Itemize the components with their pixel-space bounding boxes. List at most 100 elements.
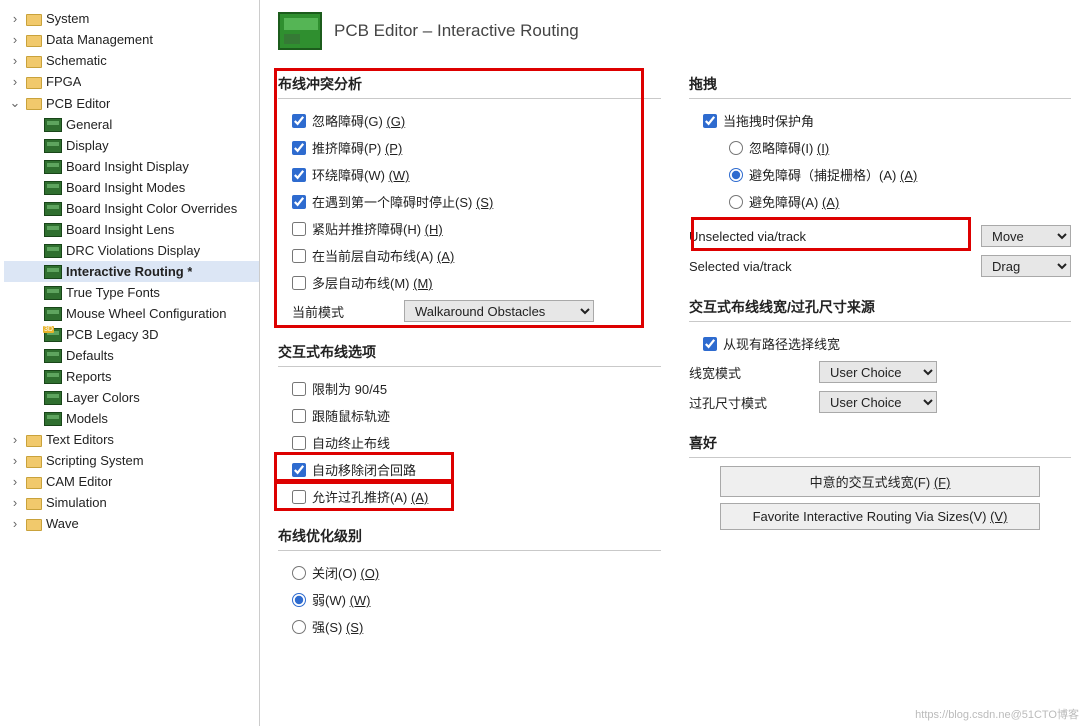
- tree-item-data-management[interactable]: ›Data Management: [4, 29, 259, 50]
- tree-item-label: Interactive Routing *: [66, 264, 192, 279]
- preferences-tree[interactable]: ›System›Data Management›Schematic›FPGA⌄P…: [0, 0, 260, 726]
- tree-item-label: Board Insight Color Overrides: [66, 201, 237, 216]
- tree-item-interactive-routing-[interactable]: Interactive Routing *: [4, 261, 259, 282]
- tree-item-label: Board Insight Lens: [66, 222, 174, 237]
- tree-item-label: Defaults: [66, 348, 114, 363]
- tree-item-label: True Type Fonts: [66, 285, 160, 300]
- tree-item-defaults[interactable]: Defaults: [4, 345, 259, 366]
- walkaround-obstacles-checkbox[interactable]: [292, 168, 306, 182]
- folder-icon: [26, 454, 42, 468]
- pcb-icon: [44, 244, 62, 258]
- chevron-right-icon[interactable]: ›: [8, 495, 22, 510]
- tree-item-pcb-legacy-3d[interactable]: PCB Legacy 3D: [4, 324, 259, 345]
- tree-item-models[interactable]: Models: [4, 408, 259, 429]
- chevron-down-icon[interactable]: ⌄: [8, 95, 22, 111]
- unselected-via-track-select[interactable]: Move: [981, 225, 1071, 247]
- chevron-right-icon[interactable]: ›: [8, 53, 22, 68]
- folder-icon: [26, 496, 42, 510]
- tree-item-schematic[interactable]: › Schematic: [4, 50, 259, 71]
- drag-ignore-label: 忽略障碍(I) (I): [749, 138, 829, 157]
- gloss-weak-label: 弱(W) (W): [312, 590, 371, 609]
- tree-item-board-insight-display[interactable]: Board Insight Display: [4, 156, 259, 177]
- tree-item-text-editors[interactable]: › Text Editors: [4, 429, 259, 450]
- tree-item-label: CAM Editor: [46, 474, 112, 489]
- folder-icon: [26, 433, 42, 447]
- tree-item-pcb-editor[interactable]: ⌄ PCB Editor: [4, 92, 259, 114]
- current-mode-select[interactable]: Walkaround Obstacles: [404, 300, 594, 322]
- folder-icon: [26, 12, 42, 26]
- folder-icon: [26, 96, 42, 110]
- tree-item-label: Mouse Wheel Configuration: [66, 306, 226, 321]
- auto-remove-loop-checkbox[interactable]: [292, 463, 306, 477]
- tree-item-cam-editor[interactable]: › CAM Editor: [4, 471, 259, 492]
- drag-avoid-radio[interactable]: [729, 195, 743, 209]
- section-title-conflict: 布线冲突分析: [278, 70, 661, 99]
- limit-9045-checkbox[interactable]: [292, 382, 306, 396]
- preserve-angle-checkbox[interactable]: [703, 114, 717, 128]
- tree-item-display[interactable]: Display: [4, 135, 259, 156]
- drag-ignore-radio[interactable]: [729, 141, 743, 155]
- chevron-right-icon[interactable]: ›: [8, 453, 22, 468]
- tree-item-drc-violations-display[interactable]: DRC Violations Display: [4, 240, 259, 261]
- tree-item-label: PCB Legacy 3D: [66, 327, 159, 342]
- folder-icon: [26, 54, 42, 68]
- tree-item-mouse-wheel-configuration[interactable]: Mouse Wheel Configuration: [4, 303, 259, 324]
- tree-item-label: FPGA: [46, 74, 81, 89]
- via-size-mode-select[interactable]: User Choice: [819, 391, 937, 413]
- gloss-weak-radio[interactable]: [292, 593, 306, 607]
- multilayer-autoroute-checkbox[interactable]: [292, 276, 306, 290]
- tree-item-system[interactable]: ›System: [4, 8, 259, 29]
- stop-first-obstacle-checkbox[interactable]: [292, 195, 306, 209]
- gloss-off-radio[interactable]: [292, 566, 306, 580]
- tree-item-board-insight-color-overrides[interactable]: Board Insight Color Overrides: [4, 198, 259, 219]
- chevron-right-icon[interactable]: ›: [8, 32, 22, 47]
- section-title-interactive: 交互式布线选项: [278, 338, 661, 367]
- tree-item-label: General: [66, 117, 112, 132]
- section-title-optimize: 布线优化级别: [278, 522, 661, 551]
- favorite-widths-button[interactable]: 中意的交互式线宽(F) (F): [720, 466, 1040, 497]
- limit-9045-label: 限制为 90/45: [312, 379, 387, 398]
- tree-item-board-insight-lens[interactable]: Board Insight Lens: [4, 219, 259, 240]
- chevron-right-icon[interactable]: ›: [8, 432, 22, 447]
- ignore-obstacles-checkbox[interactable]: [292, 114, 306, 128]
- tree-item-label: Schematic: [46, 53, 107, 68]
- autoroute-current-layer-checkbox[interactable]: [292, 249, 306, 263]
- push-obstacles-checkbox[interactable]: [292, 141, 306, 155]
- gloss-strong-radio[interactable]: [292, 620, 306, 634]
- pcb-icon: [44, 349, 62, 363]
- auto-terminate-checkbox[interactable]: [292, 436, 306, 450]
- dragging-section: 拖拽 当拖拽时保护角 忽略障碍(I) (I) 避免障碍（捕捉栅格）(A) (A)…: [689, 70, 1071, 281]
- tree-item-label: Layer Colors: [66, 390, 140, 405]
- tree-item-reports[interactable]: Reports: [4, 366, 259, 387]
- chevron-right-icon[interactable]: ›: [8, 74, 22, 89]
- chevron-right-icon[interactable]: ›: [8, 516, 22, 531]
- tree-item-wave[interactable]: ›Wave: [4, 513, 259, 534]
- multilayer-autoroute-label: 多层自动布线(M) (M): [312, 273, 433, 292]
- allow-via-push-checkbox[interactable]: [292, 490, 306, 504]
- pickup-from-existing-checkbox[interactable]: [703, 337, 717, 351]
- current-mode-label: 当前模式: [292, 302, 392, 321]
- follow-mouse-label: 跟随鼠标轨迹: [312, 406, 390, 425]
- pcb-3d-icon: [44, 328, 62, 342]
- tree-item-label: Text Editors: [46, 432, 114, 447]
- hug-push-obstacles-checkbox[interactable]: [292, 222, 306, 236]
- push-obstacles-label: 推挤障碍(P) (P): [312, 138, 402, 157]
- tree-item-fpga[interactable]: › FPGA: [4, 71, 259, 92]
- favorite-via-sizes-button[interactable]: Favorite Interactive Routing Via Sizes(V…: [720, 503, 1040, 530]
- drag-avoid-snap-radio[interactable]: [729, 168, 743, 182]
- track-width-mode-select[interactable]: User Choice: [819, 361, 937, 383]
- tree-item-label: Board Insight Modes: [66, 180, 185, 195]
- tree-item-label: Scripting System: [46, 453, 144, 468]
- follow-mouse-checkbox[interactable]: [292, 409, 306, 423]
- tree-item-scripting-system[interactable]: › Scripting System: [4, 450, 259, 471]
- tree-item-layer-colors[interactable]: Layer Colors: [4, 387, 259, 408]
- tree-item-true-type-fonts[interactable]: True Type Fonts: [4, 282, 259, 303]
- tree-item-general[interactable]: General: [4, 114, 259, 135]
- tree-item-label: PCB Editor: [46, 96, 110, 111]
- stop-first-obstacle-label: 在遇到第一个障碍时停止(S) (S): [312, 192, 493, 211]
- tree-item-simulation[interactable]: ›Simulation: [4, 492, 259, 513]
- chevron-right-icon[interactable]: ›: [8, 11, 22, 26]
- selected-via-track-select[interactable]: Drag: [981, 255, 1071, 277]
- chevron-right-icon[interactable]: ›: [8, 474, 22, 489]
- tree-item-board-insight-modes[interactable]: Board Insight Modes: [4, 177, 259, 198]
